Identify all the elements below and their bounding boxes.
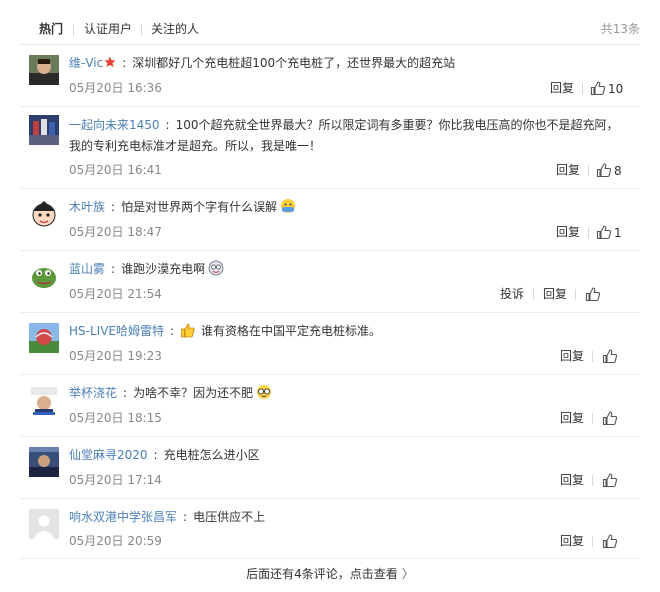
reply-button[interactable]: 回复 bbox=[550, 81, 574, 95]
like-icon[interactable] bbox=[602, 411, 618, 426]
username-link[interactable]: 蓝山雾 bbox=[69, 262, 105, 276]
comment-text: 谁跑沙漠充电啊 bbox=[121, 262, 206, 276]
tab-divider bbox=[141, 24, 142, 36]
comment-item: 一起向未来1450:100个超充就全世界最大？所以限定词有多重要？你比我电压高的… bbox=[20, 106, 640, 189]
comment-time: 05月20日 20:59 bbox=[69, 534, 162, 548]
comment-text: 怕是对世界两个字有什么误解 bbox=[121, 200, 278, 214]
like-icon[interactable] bbox=[602, 349, 618, 364]
comment-time: 05月20日 16:41 bbox=[69, 163, 162, 177]
username-link[interactable]: 仙堂麻寻2020 bbox=[69, 448, 148, 462]
comment-text: 电压供应不上 bbox=[193, 510, 266, 524]
comment-item: 举杯浇花: 为啥不幸？因为还不肥 05月20日 18:15 回复 bbox=[20, 374, 640, 437]
comment-time: 05月20日 17:14 bbox=[69, 473, 162, 487]
reply-button[interactable]: 回复 bbox=[556, 225, 580, 239]
glasses-emoji-icon bbox=[257, 385, 272, 399]
comment-item: 维-Vic: 深圳都好几个充电桩超100个充电桩了，还世界最大的超充站 05月20… bbox=[20, 44, 640, 107]
comment-item: 仙堂麻寻2020: 充电桩怎么进小区 05月20日 17:14 回复 bbox=[20, 436, 640, 499]
like-icon[interactable] bbox=[585, 287, 601, 302]
comment-item: 响水双港中学张昌军: 电压供应不上 05月20日 20:59 回复 bbox=[20, 498, 640, 559]
vip-star-icon bbox=[104, 56, 116, 68]
avatar[interactable] bbox=[29, 509, 59, 539]
avatar[interactable] bbox=[29, 199, 59, 229]
avatar[interactable] bbox=[29, 447, 59, 477]
comment-text: 为啥不幸？因为还不肥 bbox=[133, 386, 254, 400]
reply-button[interactable]: 回复 bbox=[560, 534, 584, 548]
emoji-icon bbox=[281, 199, 296, 213]
action-divider bbox=[592, 351, 593, 362]
comment-item: 蓝山雾: 谁跑沙漠充电啊 05月20日 21:54 投诉 回复 bbox=[20, 250, 640, 313]
comment-filter-tabs: 热门 认证用户 关注的人 共13条 bbox=[20, 12, 640, 45]
avatar[interactable] bbox=[29, 115, 59, 145]
action-divider bbox=[592, 413, 593, 424]
comment-item: 木叶族: 怕是对世界两个字有什么误解 05月20日 18:47 回复 1 bbox=[20, 188, 640, 251]
like-icon[interactable] bbox=[602, 473, 618, 488]
username-link[interactable]: 维-Vic bbox=[69, 56, 103, 70]
emoji-icon bbox=[208, 260, 224, 276]
like-count: 1 bbox=[614, 226, 622, 240]
comment-text: 深圳都好几个充电桩超100个充电桩了，还世界最大的超充站 bbox=[132, 56, 456, 70]
like-icon[interactable] bbox=[596, 225, 612, 240]
tab-following[interactable]: 关注的人 bbox=[151, 22, 199, 36]
comment-time: 05月20日 18:15 bbox=[69, 411, 162, 425]
action-divider bbox=[588, 227, 589, 238]
more-comments-text[interactable]: 后面还有4条评论，点击查看 bbox=[246, 567, 398, 581]
comment-time: 05月20日 21:54 bbox=[69, 287, 162, 301]
action-divider bbox=[575, 289, 576, 300]
tab-hot[interactable]: 热门 bbox=[39, 22, 63, 36]
hand-point-emoji-icon bbox=[181, 323, 195, 338]
username-link[interactable]: 举杯浇花 bbox=[69, 386, 117, 400]
reply-button[interactable]: 回复 bbox=[560, 473, 584, 487]
reply-button[interactable]: 回复 bbox=[556, 163, 580, 177]
chevron-right-icon: 〉 bbox=[401, 567, 414, 581]
report-button[interactable]: 投诉 bbox=[500, 287, 524, 301]
username-link[interactable]: 响水双港中学张昌军 bbox=[69, 510, 177, 524]
like-icon[interactable] bbox=[602, 534, 618, 549]
action-divider bbox=[533, 289, 534, 300]
username-link[interactable]: HS-LIVE哈姆雷特 bbox=[69, 324, 164, 338]
username-link[interactable]: 一起向未来1450 bbox=[69, 118, 160, 132]
action-divider bbox=[592, 536, 593, 547]
comment-time: 05月20日 18:47 bbox=[69, 225, 162, 239]
tab-divider bbox=[73, 24, 74, 36]
comment-text: 谁有资格在中国平定充电桩标准。 bbox=[201, 324, 382, 338]
comment-time: 05月20日 16:36 bbox=[69, 81, 162, 95]
like-icon[interactable] bbox=[590, 81, 606, 96]
tab-verified-users[interactable]: 认证用户 bbox=[84, 22, 132, 36]
avatar[interactable] bbox=[29, 55, 59, 85]
like-icon[interactable] bbox=[596, 163, 612, 178]
avatar[interactable] bbox=[29, 385, 59, 415]
more-comments-link[interactable]: 后面还有4条评论，点击查看〉 bbox=[0, 566, 660, 582]
avatar[interactable] bbox=[29, 323, 59, 353]
username-link[interactable]: 木叶族 bbox=[69, 200, 105, 214]
action-divider bbox=[582, 83, 583, 94]
avatar[interactable] bbox=[29, 261, 59, 291]
action-divider bbox=[592, 475, 593, 486]
like-count: 10 bbox=[608, 82, 624, 96]
reply-button[interactable]: 回复 bbox=[560, 411, 584, 425]
reply-button[interactable]: 回复 bbox=[543, 287, 567, 301]
like-count: 8 bbox=[614, 164, 622, 178]
comment-time: 05月20日 19:23 bbox=[69, 349, 162, 363]
action-divider bbox=[588, 165, 589, 176]
comment-total-count: 共13条 bbox=[600, 22, 640, 36]
comment-item: HS-LIVE哈姆雷特: 谁有资格在中国平定充电桩标准。 05月20日 19:23… bbox=[20, 312, 640, 375]
reply-button[interactable]: 回复 bbox=[560, 349, 584, 363]
comment-text: 充电桩怎么进小区 bbox=[163, 448, 260, 462]
